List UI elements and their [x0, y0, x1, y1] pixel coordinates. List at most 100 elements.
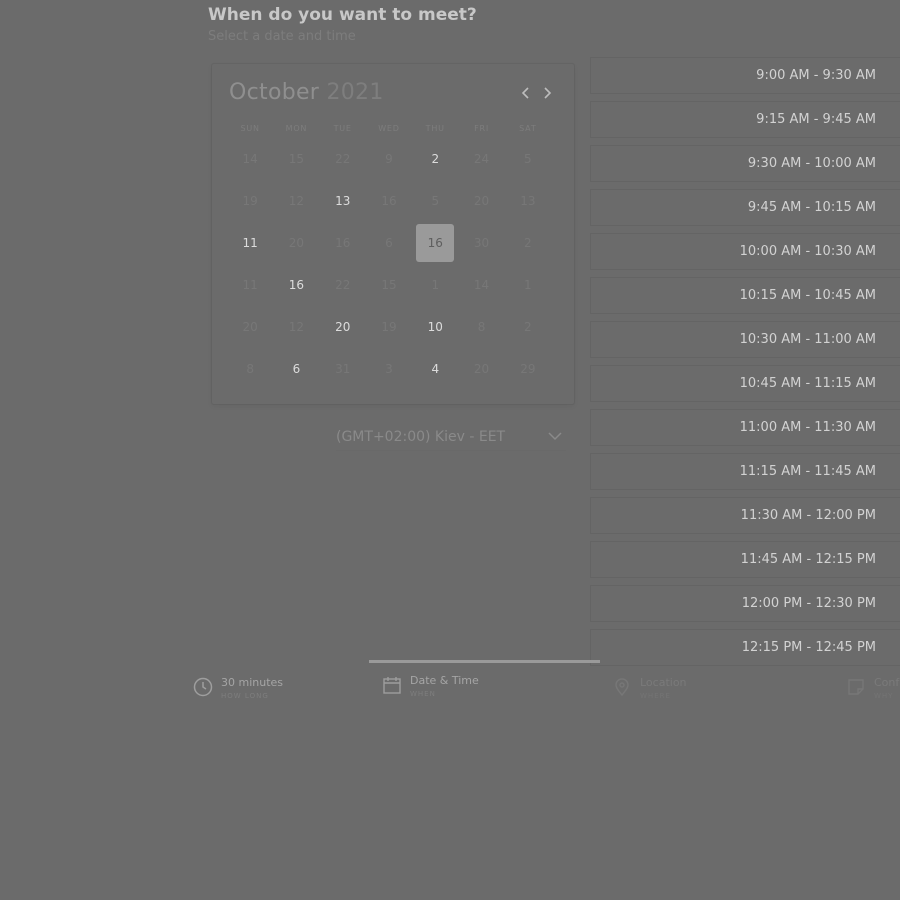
step-date-time[interactable]: Date & Time WHEN	[382, 674, 479, 698]
calendar-day-number: 12	[288, 194, 305, 208]
time-slot-button[interactable]: 12:15 PM - 12:45 PM	[590, 629, 900, 666]
calendar-day-number: 19	[381, 320, 397, 334]
calendar-week-row: 20 12 20 19 10 8 2	[227, 308, 551, 346]
calendar-day-number: 12	[288, 320, 305, 334]
calendar-day: 8	[227, 350, 273, 388]
calendar-day: 1	[505, 266, 551, 304]
calendar-day: 12	[273, 182, 319, 220]
next-month-button[interactable]	[538, 82, 556, 104]
time-slot-label: 11:00 AM - 11:30 AM	[739, 420, 876, 435]
time-slot-button[interactable]: 9:00 AM - 9:30 AM	[590, 57, 900, 94]
time-slot-button[interactable]: 11:45 AM - 12:15 PM	[590, 541, 900, 578]
calendar-day-number: 11	[242, 236, 258, 250]
calendar-day-number: 15	[288, 152, 305, 166]
time-slot-label: 10:30 AM - 11:00 AM	[739, 332, 876, 347]
calendar-day[interactable]: 10	[412, 308, 458, 346]
calendar-day[interactable]: 11	[227, 224, 273, 262]
calendar-day: 5	[505, 140, 551, 178]
calendar-day-number: 2	[524, 236, 532, 250]
time-slot-button[interactable]: 10:30 AM - 11:00 AM	[590, 321, 900, 358]
step-duration[interactable]: 30 minutes HOW LONG	[193, 676, 283, 700]
calendar-day[interactable]: 6	[273, 350, 319, 388]
calendar-month-year: October 2021	[229, 80, 384, 105]
step-confirm[interactable]: Conf WHY	[846, 676, 899, 700]
time-slot-button[interactable]: 10:00 AM - 10:30 AM	[590, 233, 900, 270]
calendar-day: 31	[320, 350, 366, 388]
time-slot-label: 10:00 AM - 10:30 AM	[739, 244, 876, 259]
calendar-week-row: 8 6 31 3 4 20 29	[227, 350, 551, 388]
calendar-day: 9	[366, 140, 412, 178]
calendar-day: 1	[412, 266, 458, 304]
step-sublabel: HOW LONG	[221, 692, 269, 700]
time-slot-button[interactable]: 12:00 PM - 12:30 PM	[590, 585, 900, 622]
time-slot-list: 9:00 AM - 9:30 AM 9:15 AM - 9:45 AM 9:30 A…	[590, 57, 900, 673]
calendar-day-number: 1	[431, 278, 440, 292]
time-slot-button[interactable]: 11:30 AM - 12:00 PM	[590, 497, 900, 534]
time-slot-button[interactable]: 9:45 AM - 10:15 AM	[590, 189, 900, 226]
prev-month-button[interactable]	[517, 82, 535, 104]
calendar-day: 5	[412, 182, 458, 220]
weekday-label: MON	[285, 124, 308, 133]
time-slot-label: 10:45 AM - 11:15 AM	[739, 376, 876, 391]
time-slot-button[interactable]: 9:15 AM - 9:45 AM	[590, 101, 900, 138]
timezone-select[interactable]: (GMT+02:00) Kiev - EET	[336, 424, 566, 451]
calendar-day: 20	[458, 182, 504, 220]
time-slot-label: 9:45 AM - 10:15 AM	[747, 200, 876, 215]
calendar-day[interactable]: 4	[412, 350, 458, 388]
calendar-day-number: 29	[520, 362, 536, 376]
calendar-day: 8	[458, 308, 504, 346]
time-slot-button[interactable]: 9:30 AM - 10:00 AM	[590, 145, 900, 182]
step-location[interactable]: Location WHERE	[612, 676, 687, 700]
calendar-day: 6	[366, 224, 412, 262]
calendar-day-number: 8	[477, 320, 486, 334]
calendar-day: 14	[227, 140, 273, 178]
calendar-day: 2	[505, 224, 551, 262]
weekday-label: WED	[378, 124, 400, 133]
calendar-week-row: 14 15 22 9 2 24 5	[227, 140, 551, 178]
time-slot-button[interactable]: 11:15 AM - 11:45 AM	[590, 453, 900, 490]
calendar-day-number: 10	[427, 320, 443, 334]
calendar-day-number: 22	[335, 152, 351, 166]
calendar-day: 24	[458, 140, 504, 178]
calendar-day: 19	[227, 182, 273, 220]
location-pin-icon	[615, 678, 629, 697]
calendar-day[interactable]: 2	[412, 140, 458, 178]
calendar-day[interactable]: 20	[320, 308, 366, 346]
calendar-day: 20	[458, 350, 504, 388]
calendar-day: 2	[505, 308, 551, 346]
calendar-day-number: 13	[335, 194, 351, 208]
calendar-day: 13	[505, 182, 551, 220]
calendar-day: 30	[458, 224, 504, 262]
calendar-month: October	[229, 80, 320, 105]
time-slot-button[interactable]: 10:15 AM - 10:45 AM	[590, 277, 900, 314]
calendar-day: 16	[320, 224, 366, 262]
calendar-day: 19	[366, 308, 412, 346]
calendar-day-number: 20	[242, 320, 258, 334]
chevron-down-icon	[548, 432, 562, 441]
chevron-right-icon	[544, 87, 552, 99]
note-icon	[848, 679, 864, 695]
calendar-day-number: 16	[381, 194, 397, 208]
calendar-day[interactable]: 16	[273, 266, 319, 304]
calendar-day: 11	[227, 266, 273, 304]
calendar-day-number: 22	[335, 278, 351, 292]
calendar-day-number: 13	[520, 194, 536, 208]
calendar-day-number: 5	[431, 194, 440, 208]
calendar-day-number: 16	[288, 278, 305, 292]
calendar-day-number: 24	[473, 152, 490, 166]
time-slot-label: 9:00 AM - 9:30 AM	[756, 68, 876, 83]
time-slot-label: 12:15 PM - 12:45 PM	[741, 640, 876, 655]
calendar-week-row: 11 20 16 6 16 30 2	[227, 224, 551, 262]
calendar-day-number: 6	[385, 236, 393, 250]
time-slot-button[interactable]: 11:00 AM - 11:30 AM	[590, 409, 900, 446]
calendar-day: 3	[366, 350, 412, 388]
calendar-week-row: 11 16 22 15 1 14 1	[227, 266, 551, 304]
calendar-year: 2021	[326, 80, 384, 105]
calendar: October 2021 SUN MON TUE WED THU FRI SAT…	[212, 64, 574, 404]
calendar-day-number: 2	[524, 320, 532, 334]
calendar-day[interactable]: 13	[320, 182, 366, 220]
time-slot-button[interactable]: 10:45 AM - 11:15 AM	[590, 365, 900, 402]
step-label: Location	[640, 676, 687, 689]
weekday-label: TUE	[333, 124, 352, 133]
calendar-day-number: 3	[385, 362, 393, 376]
